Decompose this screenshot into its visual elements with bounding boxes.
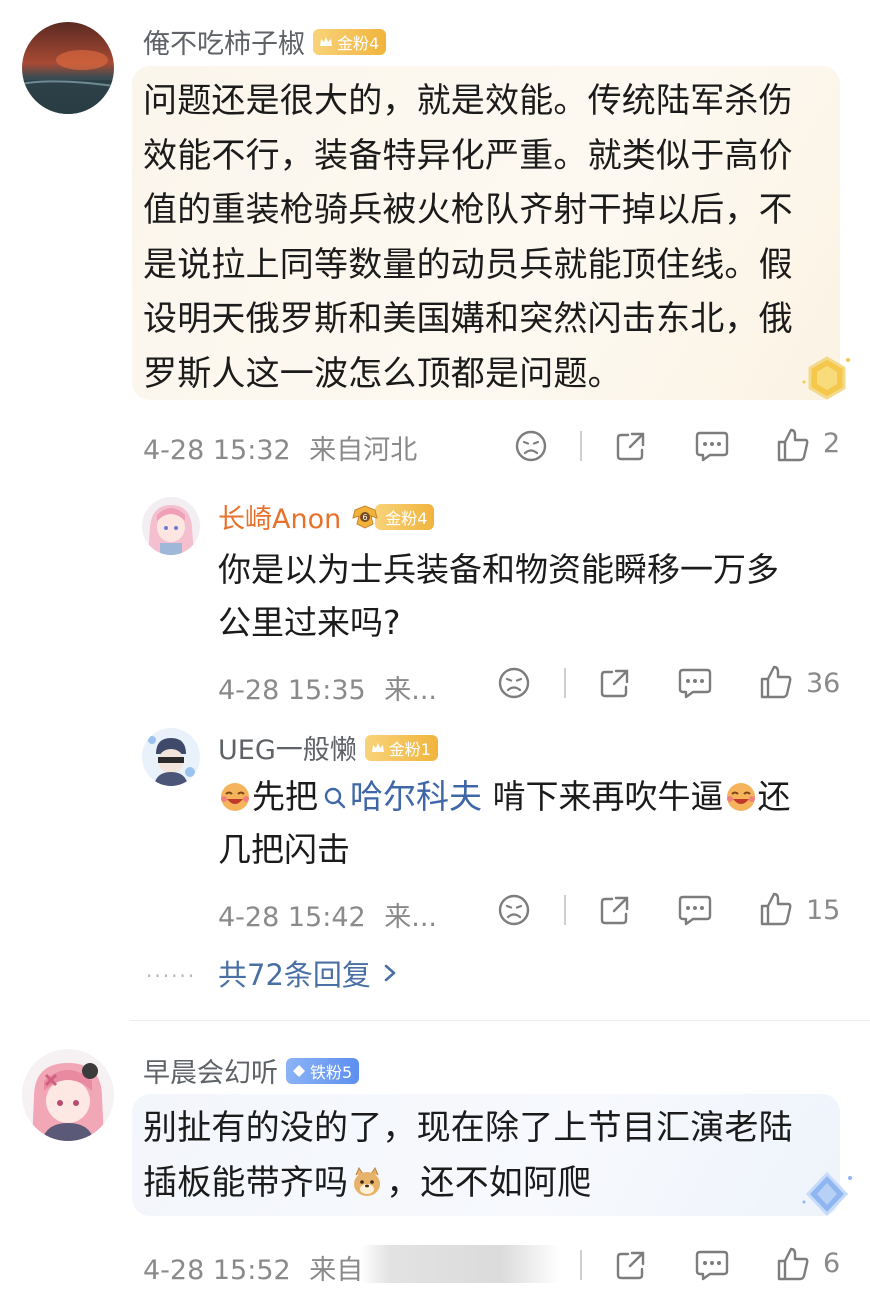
comment-text-part: ，还不如阿爬: [386, 1162, 592, 1203]
comment-icon[interactable]: [677, 893, 713, 927]
like-count: 6: [823, 1248, 841, 1279]
reply-text-part: 还: [757, 777, 791, 816]
fan-badge: 金粉4: [313, 28, 387, 55]
more-replies-dots: ......: [146, 958, 197, 982]
location: 来自河北: [309, 435, 418, 466]
like-count: 15: [806, 895, 841, 926]
avatar[interactable]: [22, 22, 114, 114]
timestamp: 4-28 15:42: [218, 902, 366, 933]
comment-text: 问题还是很大的，就是效能。传统陆军杀伤 效能不行，装备特异化严重。就类似于高价 …: [143, 74, 843, 401]
comment-meta: 4-28 15:52 来自: [143, 1248, 363, 1287]
divider: [130, 1020, 870, 1021]
username[interactable]: 早晨会幻听 铁粉5: [143, 1051, 360, 1090]
comment-icon[interactable]: [677, 666, 713, 700]
crown-icon: [320, 36, 332, 46]
more-replies-label[interactable]: 共72条回复: [218, 952, 371, 994]
reply-text: 先把 哈尔科夫 啃下来再吹牛逼 还 几把闪击: [218, 770, 848, 876]
separator: [564, 895, 566, 925]
reply-meta: 4-28 15:42 来...: [218, 895, 437, 934]
comment-text: 别扯有的没的了，现在除了上节目汇演老陆 插板能带齐吗 ，还不如阿爬: [143, 1101, 843, 1210]
crown-icon: [371, 742, 384, 752]
comment-icon[interactable]: [694, 429, 730, 463]
comment-meta: 4-28 15:32 来自河北: [143, 428, 417, 467]
fan-badge: 金粉1: [364, 734, 438, 761]
avatar[interactable]: [142, 497, 200, 555]
fan-badge: 金粉4: [375, 503, 435, 530]
comment-line: 罗斯人这一波怎么顶都是问题。: [143, 353, 622, 394]
comment-line: 插板能带齐吗 ，还不如阿爬: [143, 1156, 843, 1211]
like-count: 36: [806, 668, 841, 699]
timestamp: 4-28 15:52: [143, 1255, 291, 1286]
wings-medal-icon: 6: [352, 504, 378, 529]
share-icon[interactable]: [598, 666, 632, 700]
badge-label: 铁粉5: [310, 1062, 353, 1082]
badge-label: 金粉4: [337, 33, 380, 53]
svg-text:6: 6: [363, 513, 368, 522]
like-icon[interactable]: [776, 1246, 810, 1282]
timestamp: 4-28 15:32: [143, 435, 291, 466]
laughing-emoji-icon: [221, 783, 249, 811]
reply-text-part: 啃下来再吹牛逼: [482, 777, 724, 816]
separator: [580, 431, 582, 461]
comment-line: 效能不行，装备特异化严重。就类似于高价: [143, 135, 793, 176]
comment-icon[interactable]: [694, 1248, 730, 1282]
like-icon[interactable]: [759, 891, 793, 927]
reply-line: 几把闪击: [218, 830, 350, 869]
laughing-emoji-icon: [726, 783, 755, 811]
separator: [564, 668, 566, 698]
more-replies-link[interactable]: 共72条回复: [218, 952, 399, 994]
fan-badge: 铁粉5: [286, 1057, 360, 1084]
badge-label: 金粉1: [388, 739, 431, 759]
badge-label: 金粉4: [385, 508, 428, 528]
username-text[interactable]: UEG一般懒: [218, 728, 357, 767]
watermark-overlay: [360, 1245, 560, 1283]
like-icon[interactable]: [776, 427, 810, 463]
username[interactable]: 长崎Anon 6 金粉4: [218, 497, 435, 536]
dislike-face-icon[interactable]: [497, 893, 531, 927]
topic-link[interactable]: 哈尔科夫: [318, 777, 482, 816]
comment-line: 设明天俄罗斯和美国媾和突然闪击东北，俄: [143, 299, 793, 339]
share-icon[interactable]: [598, 893, 632, 927]
fan-badge-wrap: 6 金粉4: [349, 502, 435, 532]
reply-text: 你是以为士兵装备和物资能瞬移一万多 公里过来吗?: [218, 543, 838, 649]
reply-line: 你是以为士兵装备和物资能瞬移一万多: [218, 550, 779, 589]
timestamp: 4-28 15:35: [218, 675, 366, 706]
location: 来...: [384, 902, 438, 933]
reply-text-part: 先把: [252, 777, 318, 816]
doge-emoji-icon: [354, 1166, 381, 1196]
username[interactable]: 俺不吃柿子椒 金粉4: [143, 22, 387, 61]
dislike-face-icon[interactable]: [497, 666, 531, 700]
comment-line: 是说拉上同等数量的动员兵就能顶住线。假: [143, 244, 793, 285]
like-count: 2: [823, 428, 841, 459]
location: 来...: [384, 675, 438, 706]
username-text[interactable]: 长崎Anon: [218, 497, 341, 536]
avatar[interactable]: [142, 728, 200, 786]
reply-line: 公里过来吗?: [218, 603, 401, 642]
search-icon: [324, 787, 346, 809]
reply-line: 先把 哈尔科夫 啃下来再吹牛逼 还: [218, 770, 848, 823]
topic-link-label[interactable]: 哈尔科夫: [350, 777, 482, 816]
location: 来自: [309, 1255, 364, 1286]
like-icon[interactable]: [759, 664, 793, 700]
username[interactable]: UEG一般懒 金粉1: [218, 728, 438, 767]
username-text[interactable]: 早晨会幻听: [143, 1051, 278, 1090]
avatar[interactable]: [22, 1049, 114, 1141]
dislike-face-icon[interactable]: [514, 429, 548, 463]
separator: [580, 1250, 582, 1280]
chevron-right-icon: [384, 964, 396, 982]
comment-line: 问题还是很大的，就是效能。传统陆军杀伤: [143, 81, 793, 121]
comment-line: 值的重装枪骑兵被火枪队齐射干掉以后，不: [143, 190, 793, 230]
diamond-icon: [293, 1064, 305, 1077]
username-text[interactable]: 俺不吃柿子椒: [143, 22, 305, 61]
comment-text-part: 插板能带齐吗: [143, 1162, 349, 1203]
comment-line: 别扯有的没的了，现在除了上节目汇演老陆: [143, 1108, 793, 1148]
reply-meta: 4-28 15:35 来...: [218, 668, 437, 707]
share-icon[interactable]: [614, 1248, 648, 1282]
share-icon[interactable]: [614, 429, 648, 463]
